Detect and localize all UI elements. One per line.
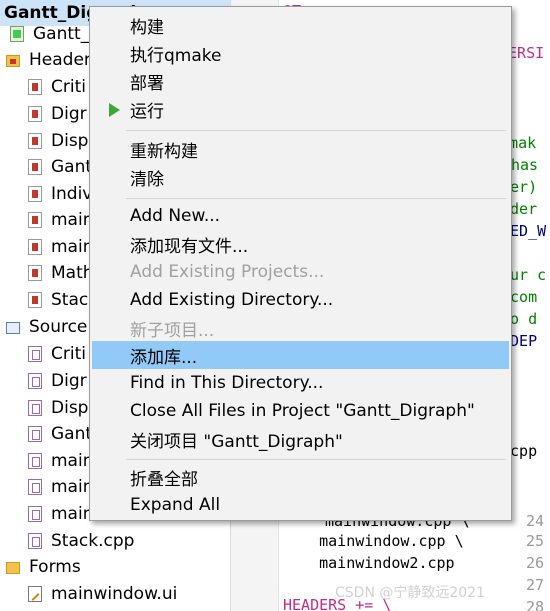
tree-item-label: mainwindow.ui — [51, 584, 178, 604]
menu-item-label: Expand All — [130, 495, 221, 515]
tree-item-label: main — [51, 237, 94, 257]
header-file-icon — [28, 292, 42, 308]
code-line: has — [511, 156, 539, 174]
menu-item-label: 添加库... — [130, 347, 198, 368]
menu-item-run[interactable]: 运行 — [92, 95, 509, 123]
tree-item-label: main — [51, 477, 94, 497]
menu-item-label: Find in This Directory... — [130, 373, 324, 393]
header-file-icon — [28, 106, 42, 122]
menu-item-label: Add Existing Directory... — [130, 290, 334, 310]
tree-item-label: main — [51, 210, 94, 230]
menu-item-deploy[interactable]: 部署 — [92, 67, 509, 95]
code-line: mainwindow.cpp \ — [283, 532, 464, 550]
tree-item-label: Gant — [51, 424, 93, 444]
source-file-icon — [28, 453, 42, 469]
line-number: 24 — [525, 512, 544, 530]
menu-item-label: 构建 — [130, 17, 164, 38]
line-number: 28 — [525, 598, 544, 611]
headers-folder-icon — [6, 55, 20, 67]
header-file-icon — [28, 186, 42, 202]
menu-item-label: Close All Files in Project "Gantt_Digrap… — [130, 401, 475, 421]
tree-item-label: Criti — [51, 344, 86, 364]
menu-item-label: 添加现有文件... — [130, 236, 249, 257]
tree-item-label: Digr — [51, 371, 87, 391]
menu-item-label: Add New... — [130, 206, 221, 226]
header-file-icon — [28, 159, 42, 175]
menu-item-label: 清除 — [130, 169, 164, 190]
tree-item-label: Source — [29, 317, 88, 337]
source-file-icon — [28, 426, 42, 442]
code-line: mainwindow2.cpp — [283, 554, 455, 572]
source-file-icon — [28, 400, 42, 416]
header-file-icon — [28, 212, 42, 228]
sources-folder-icon — [6, 322, 20, 334]
menu-item-label: 执行qmake — [130, 45, 222, 66]
header-file-icon — [28, 79, 42, 95]
tree-item-label: Gant — [51, 157, 93, 177]
header-file-icon — [28, 133, 42, 149]
menu-item-label: 重新构建 — [130, 141, 198, 162]
source-file-icon — [28, 479, 42, 495]
ui-file-icon — [28, 586, 42, 602]
menu-item-add-existing-directory[interactable]: Add Existing Directory... — [92, 286, 509, 314]
menu-item-label: Add Existing Projects... — [130, 262, 325, 282]
menu-item-add-existing-projects: Add Existing Projects... — [92, 258, 509, 286]
tree-item-label: Criti — [51, 77, 86, 97]
source-file-icon — [28, 533, 42, 549]
tree-item-forms[interactable]: Forms — [0, 554, 230, 580]
pro-file-icon — [10, 26, 24, 42]
tree-item-label: Disp — [51, 398, 89, 418]
menu-item-close-all-files[interactable]: Close All Files in Project "Gantt_Digrap… — [92, 397, 509, 425]
menu-item-rebuild[interactable]: 重新构建 — [92, 135, 509, 163]
line-number: 26 — [525, 554, 544, 572]
menu-item-collapse-all[interactable]: 折叠全部 — [92, 463, 509, 491]
menu-item-label: 折叠全部 — [130, 469, 198, 490]
line-number: 25 — [525, 532, 544, 550]
menu-item-add-new[interactable]: Add New... — [92, 202, 509, 230]
menu-separator — [126, 459, 506, 460]
menu-item-label: 关闭项目 "Gantt_Digraph" — [130, 431, 343, 452]
tree-item-label: Disp — [51, 131, 89, 151]
source-file-icon — [28, 373, 42, 389]
tree-item-label: Indiv — [51, 184, 93, 204]
tree-item-source-file[interactable]: Stack.cpp — [0, 528, 230, 554]
tree-item-label: Stack.cpp — [51, 531, 135, 551]
watermark: CSDN @宁静致远2021 — [335, 585, 485, 601]
header-file-icon — [28, 265, 42, 281]
menu-separator — [126, 130, 506, 131]
menu-item-run-qmake[interactable]: 执行qmake — [92, 39, 509, 67]
context-menu: 构建 执行qmake 部署 运行 重新构建 清除 Add New... 添加现有… — [89, 6, 512, 521]
tree-item-label: Digr — [51, 104, 87, 124]
line-number: 27 — [525, 576, 544, 594]
tree-item-label: Forms — [29, 557, 81, 577]
menu-item-find-in-directory[interactable]: Find in This Directory... — [92, 369, 509, 397]
menu-item-new-subproject: 新子项目... — [92, 314, 509, 342]
menu-item-label: 新子项目... — [130, 320, 215, 341]
source-file-icon — [28, 506, 42, 522]
menu-item-build[interactable]: 构建 — [92, 11, 509, 39]
header-file-icon — [28, 239, 42, 255]
menu-item-label: 运行 — [130, 101, 164, 122]
menu-separator — [126, 198, 506, 199]
forms-folder-icon — [6, 562, 20, 574]
menu-item-clean[interactable]: 清除 — [92, 163, 509, 191]
menu-item-close-project[interactable]: 关闭项目 "Gantt_Digraph" — [92, 425, 509, 453]
tree-item-label: main — [51, 451, 94, 471]
menu-item-label: 部署 — [130, 73, 164, 94]
menu-item-add-library[interactable]: 添加库... — [92, 341, 509, 369]
menu-item-add-existing-files[interactable]: 添加现有文件... — [92, 230, 509, 258]
source-file-icon — [28, 346, 42, 362]
run-icon — [109, 103, 120, 117]
tree-item-label: Header — [29, 50, 91, 70]
menu-item-expand-all[interactable]: Expand All — [92, 491, 509, 519]
tree-item-ui-file[interactable]: mainwindow.ui — [0, 581, 230, 607]
tree-item-label: main — [51, 504, 94, 524]
tree-item-label: Math — [51, 263, 94, 283]
